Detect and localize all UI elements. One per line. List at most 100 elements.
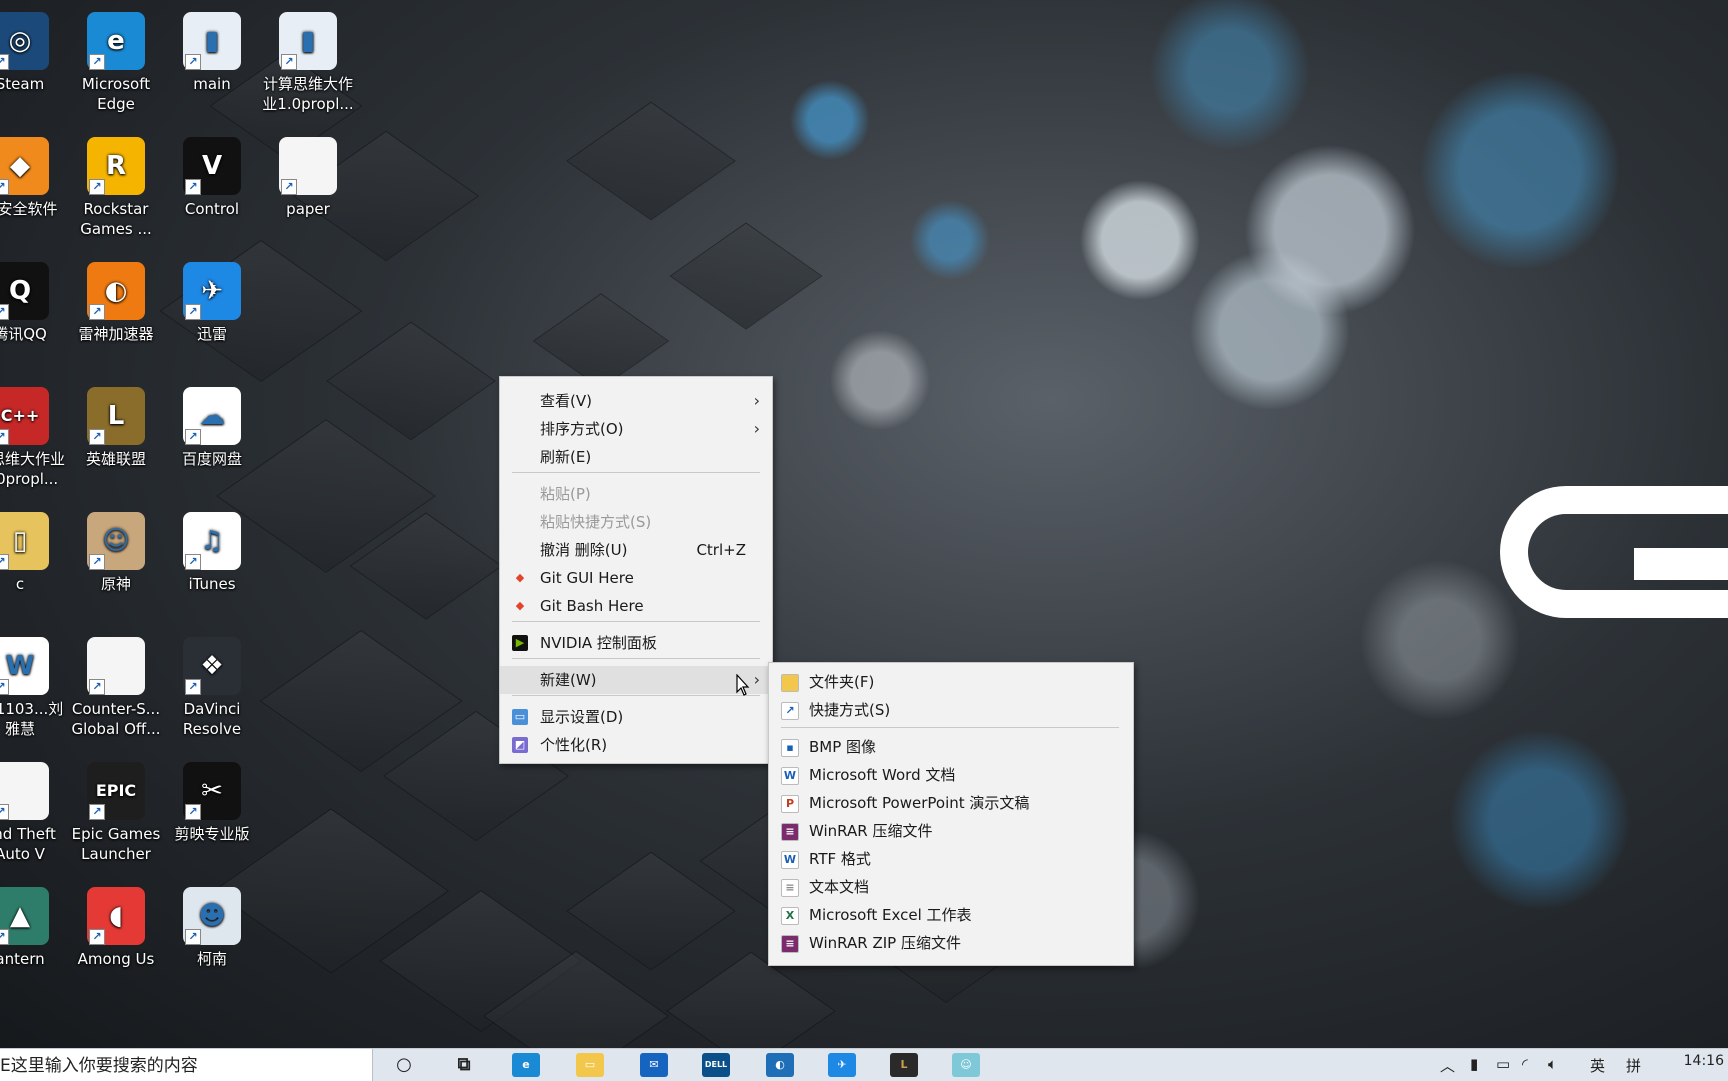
context-menu-item-11[interactable]: ◩ 个性化(R) bbox=[500, 731, 770, 759]
new-submenu-label: 文件夹(F) bbox=[809, 673, 875, 691]
desktop-icon-label: Counter-S... Global Off... bbox=[71, 700, 161, 738]
new-submenu-item-7[interactable]: ≡ 文本文档 bbox=[769, 873, 1131, 901]
tray-chevron-icon[interactable]: ︿ bbox=[1440, 1055, 1455, 1076]
new-submenu-item-2[interactable]: ▪ BMP 图像 bbox=[769, 733, 1131, 761]
desktop-icon-label: 腾讯QQ bbox=[0, 325, 47, 343]
context-menu-item-1[interactable]: 排序方式(O) › bbox=[500, 415, 770, 443]
desktop-icon-label: 英雄联盟 bbox=[85, 450, 146, 468]
menu-separator bbox=[512, 472, 760, 473]
new-submenu-item-3[interactable]: W Microsoft Word 文档 bbox=[769, 761, 1131, 789]
context-menu-item-6[interactable]: ◆ Git GUI Here bbox=[500, 564, 770, 592]
taskbar-file-explorer-icon[interactable]: ▭ bbox=[576, 1053, 604, 1077]
control-game-icon: V ↗ bbox=[183, 137, 241, 195]
taskbar-search-box[interactable]: E这里输入你要搜索的内容 bbox=[0, 1049, 373, 1081]
desktop-icon-folder[interactable]: ▯ ↗ c bbox=[0, 512, 68, 594]
rtf-icon: W bbox=[781, 851, 799, 869]
desktop-icon-blank-document[interactable]: ↗ and Theft Auto V bbox=[0, 762, 68, 864]
winrar-icon: ≡ bbox=[781, 823, 799, 841]
tray-usb-icon[interactable]: ▮ bbox=[1470, 1055, 1478, 1073]
new-submenu-label: Microsoft PowerPoint 演示文稿 bbox=[809, 794, 1030, 812]
desktop-icon-label: 041103...刘雅慧 bbox=[0, 700, 64, 738]
new-submenu-label: RTF 格式 bbox=[809, 850, 871, 868]
desktop-icon-leishen-accelerator[interactable]: ◐ ↗ 雷神加速器 bbox=[68, 262, 164, 344]
desktop-icon-edge[interactable]: e ↗ Microsoft Edge bbox=[68, 12, 164, 114]
tray-volume-icon[interactable]: 🔈︎ bbox=[1548, 1055, 1557, 1073]
desktop-icon-label: 剪映专业版 bbox=[174, 825, 250, 843]
desktop-icon-lantern[interactable]: ▲ ↗ antern bbox=[0, 887, 68, 969]
word-document-icon: W ↗ bbox=[0, 637, 49, 695]
desktop-icon-thunder-bird[interactable]: ✈ ↗ 迅雷 bbox=[164, 262, 260, 344]
desktop-icon-dev-cpp[interactable]: C++↗ 草思维大作业1.0propl... bbox=[0, 387, 68, 489]
taskbar-league-icon[interactable]: L bbox=[890, 1053, 918, 1077]
desktop-icon-document[interactable]: ▮ ↗ 计算思维大作业1.0propl... bbox=[260, 12, 356, 114]
desktop-icon-itunes[interactable]: ♫ ↗ iTunes bbox=[164, 512, 260, 594]
new-submenu-item-9[interactable]: ≡ WinRAR ZIP 压缩文件 bbox=[769, 929, 1131, 957]
desktop-icon-jianying[interactable]: ✂ ↗ 剪映专业版 bbox=[164, 762, 260, 844]
desktop-icon-label: antern bbox=[0, 950, 45, 968]
desktop-icon-baidu-netdisk[interactable]: ☁ ↗ 百度网盘 bbox=[164, 387, 260, 469]
desktop-icon-control-game[interactable]: V ↗ Control bbox=[164, 137, 260, 219]
shortcut-arrow-icon: ↗ bbox=[0, 554, 9, 570]
taskbar: E这里输入你要搜索的内容 ○ ⧉ e ▭ ✉ DELL ◐ ✈ L ☺ ︿ ▮ ▭ ◜ 🔈︎ 英 … bbox=[0, 1048, 1728, 1081]
new-submenu-item-4[interactable]: P Microsoft PowerPoint 演示文稿 bbox=[769, 789, 1131, 817]
document-icon: ▮ ↗ bbox=[183, 12, 241, 70]
new-submenu-label: BMP 图像 bbox=[809, 738, 877, 756]
desktop-icon-steam[interactable]: ◎ ↗ Steam bbox=[0, 12, 68, 94]
desktop-icon-genshin[interactable]: ☺ ↗ 原神 bbox=[68, 512, 164, 594]
desktop-icon-among-us[interactable]: ◖ ↗ Among Us bbox=[68, 887, 164, 969]
powerpoint-icon: P bbox=[781, 795, 799, 813]
taskbar-mail-icon[interactable]: ✉ bbox=[640, 1053, 668, 1077]
new-submenu-label: Microsoft Word 文档 bbox=[809, 766, 956, 784]
thunder-bird-icon: ✈ ↗ bbox=[183, 262, 241, 320]
context-menu-item-8[interactable]: ▶ NVIDIA 控制面板 bbox=[500, 629, 770, 657]
ime-language-indicator[interactable]: 英 bbox=[1590, 1055, 1605, 1076]
context-menu-item-7[interactable]: ◆ Git Bash Here bbox=[500, 592, 770, 620]
new-submenu-item-0[interactable]: 文件夹(F) bbox=[769, 668, 1131, 696]
dev-cpp-icon: C++ ↗ bbox=[0, 387, 49, 445]
taskbar-dell-support-icon[interactable]: ◐ bbox=[766, 1053, 794, 1077]
context-menu-item-10[interactable]: ▭ 显示设置(D) bbox=[500, 703, 770, 731]
desktop-icon-security-shield[interactable]: ◆↗ 戎安全软件 bbox=[0, 137, 68, 219]
taskbar-search-icon[interactable]: ○ bbox=[390, 1053, 418, 1077]
new-submenu: 文件夹(F) ↗ 快捷方式(S) ▪ BMP 图像 W Microsoft Word 文档 P… bbox=[768, 662, 1134, 966]
folder-icon bbox=[781, 674, 799, 692]
context-menu-item-5[interactable]: 撤消 删除(U) Ctrl+Z bbox=[500, 536, 770, 564]
taskbar-thunder-icon[interactable]: ✈ bbox=[828, 1053, 856, 1077]
desktop-icon-label: main bbox=[193, 75, 231, 93]
desktop-icon-league-of-legends[interactable]: L ↗ 英雄联盟 bbox=[68, 387, 164, 469]
new-submenu-label: WinRAR ZIP 压缩文件 bbox=[809, 934, 961, 952]
desktop-icon-qq-penguin[interactable]: Q ↗ 腾讯QQ bbox=[0, 262, 68, 344]
taskbar-clock[interactable]: 14:16 bbox=[1684, 1053, 1724, 1069]
context-menu-item-0[interactable]: 查看(V) › bbox=[500, 387, 770, 415]
desktop-icon-blank-document[interactable]: ↗ paper bbox=[260, 137, 356, 219]
new-submenu-item-8[interactable]: X Microsoft Excel 工作表 bbox=[769, 901, 1131, 929]
new-submenu-item-6[interactable]: W RTF 格式 bbox=[769, 845, 1131, 873]
desktop-icon-conan-image[interactable]: ☻ ↗ 柯南 bbox=[164, 887, 260, 969]
context-menu-item-4: 粘贴快捷方式(S) bbox=[500, 508, 770, 536]
taskbar-miku-icon[interactable]: ☺ bbox=[952, 1053, 980, 1077]
tray-wifi-icon[interactable]: ◜ bbox=[1522, 1055, 1528, 1073]
new-submenu-item-5[interactable]: ≡ WinRAR 压缩文件 bbox=[769, 817, 1131, 845]
tray-network-icon[interactable]: ▭ bbox=[1496, 1055, 1510, 1073]
context-menu-item-9[interactable]: 新建(W) › bbox=[500, 666, 770, 694]
desktop-icon-davinci-resolve[interactable]: ❖ ↗ DaVinci Resolve bbox=[164, 637, 260, 739]
taskbar-edge-icon[interactable]: e bbox=[512, 1053, 540, 1077]
context-menu-label: 新建(W) bbox=[540, 671, 597, 689]
desktop-icon-word-document[interactable]: W↗ 041103...刘雅慧 bbox=[0, 637, 68, 739]
steam-icon: ◎ ↗ bbox=[0, 12, 49, 70]
context-menu-label: 撤消 删除(U) bbox=[540, 541, 628, 559]
desktop-icon-label: and Theft Auto V bbox=[0, 825, 56, 863]
desktop-icon-blank-document[interactable]: ↗ Counter-S... Global Off... bbox=[68, 637, 164, 739]
desktop-icon-document[interactable]: ▮ ↗ main bbox=[164, 12, 260, 94]
taskbar-task-view-icon[interactable]: ⧉ bbox=[450, 1053, 478, 1077]
desktop-icon-label: 迅雷 bbox=[196, 325, 227, 343]
desktop-icon-rockstar[interactable]: R ↗ Rockstar Games ... bbox=[68, 137, 164, 239]
taskbar-dell-icon[interactable]: DELL bbox=[702, 1053, 730, 1077]
desktop-icon-label: Control bbox=[184, 200, 240, 218]
desktop-icon-label: Among Us bbox=[77, 950, 155, 968]
ime-mode-indicator[interactable]: 拼 bbox=[1626, 1055, 1641, 1076]
desktop-icon-label: Steam bbox=[0, 75, 45, 93]
context-menu-item-2[interactable]: 刷新(E) bbox=[500, 443, 770, 471]
new-submenu-item-1[interactable]: ↗ 快捷方式(S) bbox=[769, 696, 1131, 724]
desktop-icon-epic-games[interactable]: EPIC ↗ Epic Games Launcher bbox=[68, 762, 164, 864]
